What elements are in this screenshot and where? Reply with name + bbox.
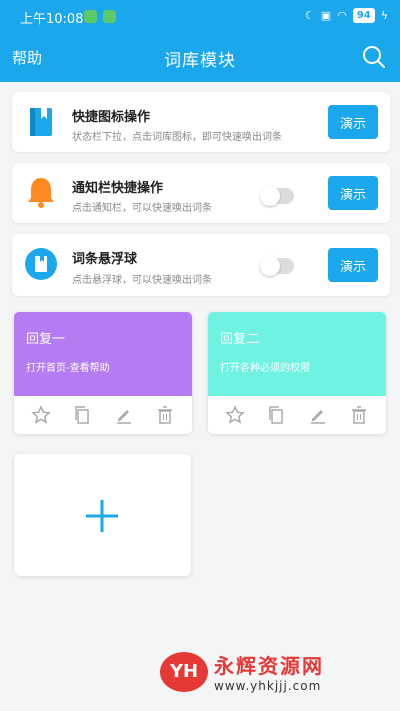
watermark-name: 永辉资源网 <box>214 654 324 678</box>
feature-card-shortcut-icon: 快捷图标操作 状态栏下拉，点击词库图标，即可快速唤出词条 演示 <box>12 92 390 152</box>
notification-toggle[interactable] <box>260 186 294 206</box>
feature-title: 快捷图标操作 <box>72 110 151 125</box>
watermark-url: www.yhkjjj.com <box>214 679 322 693</box>
reply-desc: 打开各种必须的权限 <box>220 363 310 374</box>
search-icon[interactable] <box>362 45 386 69</box>
add-reply-card[interactable] <box>14 454 191 576</box>
reply-card[interactable]: 回复二 打开各种必须的权限 <box>208 312 386 434</box>
feature-desc: 点击悬浮球，可以快速唤出词条 <box>72 275 212 286</box>
floating-ball-icon <box>25 248 57 280</box>
battery-indicator: 94 <box>352 8 375 23</box>
reply-card[interactable]: 回复一 打开首页-查看帮助 <box>14 312 192 434</box>
feature-desc: 状态栏下拉，点击词库图标，即可快速唤出词条 <box>72 132 282 143</box>
wifi-icon: ◠ <box>337 9 347 22</box>
book-icon <box>30 108 52 136</box>
edit-icon[interactable] <box>308 405 328 425</box>
reply-actions <box>14 396 192 434</box>
status-time: 上午10:08 <box>20 12 84 27</box>
star-icon[interactable] <box>225 405 245 425</box>
star-icon[interactable] <box>31 405 51 425</box>
page-title: 词库模块 <box>164 51 236 71</box>
app-notification-icon <box>84 10 97 23</box>
watermark-logo: YH <box>160 651 208 692</box>
feature-card-floating-ball: 词条悬浮球 点击悬浮球，可以快速唤出词条 演示 <box>12 234 390 296</box>
charging-icon: ϟ <box>380 9 388 22</box>
reply-desc: 打开首页-查看帮助 <box>26 363 110 374</box>
reply-card-header: 回复二 打开各种必须的权限 <box>208 312 386 396</box>
reply-card-header: 回复一 打开首页-查看帮助 <box>14 312 192 396</box>
reply-actions <box>208 396 386 434</box>
demo-button[interactable]: 演示 <box>328 176 378 210</box>
plus-icon <box>86 500 118 532</box>
copy-icon[interactable] <box>72 405 92 425</box>
reply-title: 回复二 <box>220 332 260 347</box>
moon-icon: ☾ <box>304 9 315 22</box>
status-bar: 上午10:08 ☾ ▣ ◠ 94 ϟ <box>0 0 400 34</box>
feature-title: 通知栏快捷操作 <box>72 181 164 196</box>
bell-icon <box>28 178 54 208</box>
reply-title: 回复一 <box>26 332 66 347</box>
floating-ball-toggle[interactable] <box>260 256 294 276</box>
feature-title: 词条悬浮球 <box>72 252 138 267</box>
app-header: 帮助 词库模块 <box>0 34 400 82</box>
edit-icon[interactable] <box>114 405 134 425</box>
watermark: YH 永辉资源网 www.yhkjjj.com <box>160 650 324 693</box>
delete-icon[interactable] <box>155 405 175 425</box>
feature-card-notification: 通知栏快捷操作 点击通知栏，可以快速唤出词条 演示 <box>12 163 390 223</box>
feature-desc: 点击通知栏，可以快速唤出词条 <box>72 203 212 214</box>
delete-icon[interactable] <box>349 405 369 425</box>
copy-icon[interactable] <box>266 405 286 425</box>
demo-button[interactable]: 演示 <box>328 248 378 282</box>
sim-icon: ▣ <box>320 9 332 22</box>
demo-button[interactable]: 演示 <box>328 105 378 139</box>
app-notification-icon <box>103 10 116 23</box>
